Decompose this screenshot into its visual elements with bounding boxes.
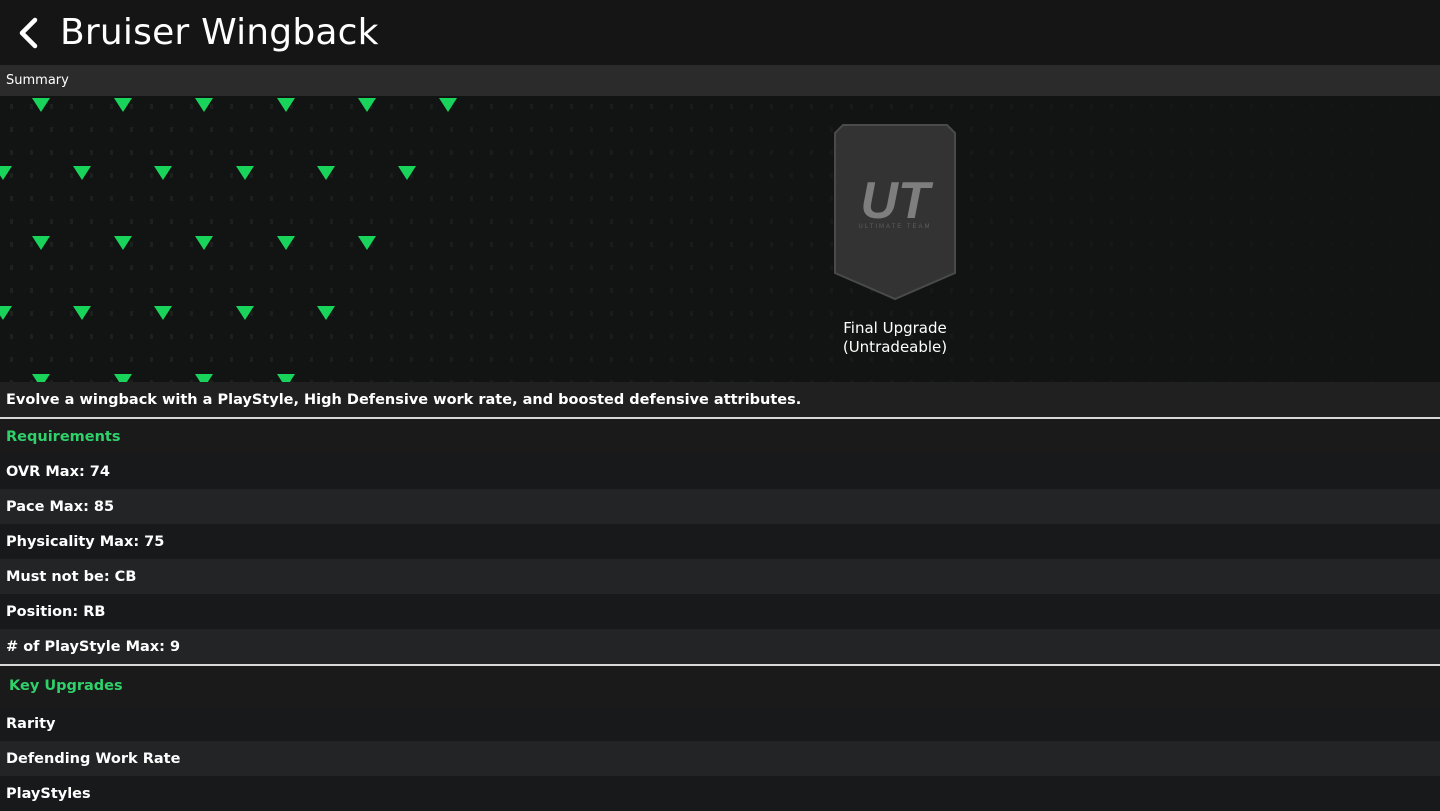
green-chevron-icon — [32, 236, 50, 250]
reward-label-line1: Final Upgrade — [843, 319, 947, 337]
green-chevron-icon — [358, 98, 376, 112]
reward-label: Final Upgrade (Untradeable) — [833, 319, 957, 357]
upgrade-row: Rarity — [0, 706, 1440, 741]
back-button[interactable] — [6, 10, 52, 56]
green-chevron-icon — [439, 98, 457, 112]
requirement-row: Position: RB — [0, 594, 1440, 629]
green-chevron-icon — [114, 374, 132, 382]
ut-logo-subtext: ULTIMATE TEAM — [858, 224, 931, 230]
chevron-left-icon — [19, 17, 38, 48]
upgrade-row: Defending Work Rate — [0, 741, 1440, 776]
requirement-row: Physicality Max: 75 — [0, 524, 1440, 559]
requirement-row: # of PlayStyle Max: 9 — [0, 629, 1440, 664]
reward-item: UT ULTIMATE TEAM Final Upgrade (Untradea… — [833, 123, 957, 357]
green-chevron-icon — [73, 306, 91, 320]
upgrade-row: PlayStyles — [0, 776, 1440, 811]
top-header: Bruiser Wingback — [0, 0, 1440, 65]
requirement-row: Pace Max: 85 — [0, 489, 1440, 524]
green-chevron-icon — [32, 98, 50, 112]
requirement-row: Must not be: CB — [0, 559, 1440, 594]
green-chevron-icon — [114, 236, 132, 250]
requirement-row: OVR Max: 74 — [0, 454, 1440, 489]
green-chevron-icon — [114, 98, 132, 112]
banner-pattern — [0, 98, 1433, 382]
green-chevron-icon — [73, 166, 91, 180]
requirements-heading: Requirements — [0, 419, 1440, 454]
ut-logo-text: UT — [860, 172, 934, 230]
summary-tab: Summary — [0, 65, 1440, 96]
evolution-banner: UT ULTIMATE TEAM Final Upgrade (Untradea… — [0, 96, 1440, 382]
green-chevron-icon — [154, 306, 172, 320]
page-title: Bruiser Wingback — [60, 12, 379, 53]
green-chevron-icon — [358, 236, 376, 250]
key-upgrades-heading: Key Upgrades — [0, 666, 1440, 706]
green-chevron-icon — [32, 374, 50, 382]
summary-label: Summary — [6, 73, 69, 88]
green-chevron-icon — [398, 166, 416, 180]
evolution-description: Evolve a wingback with a PlayStyle, High… — [0, 382, 1440, 419]
green-chevron-icon — [154, 166, 172, 180]
reward-label-line2: (Untradeable) — [842, 338, 948, 356]
ut-pack-card-icon: UT ULTIMATE TEAM — [834, 124, 956, 301]
